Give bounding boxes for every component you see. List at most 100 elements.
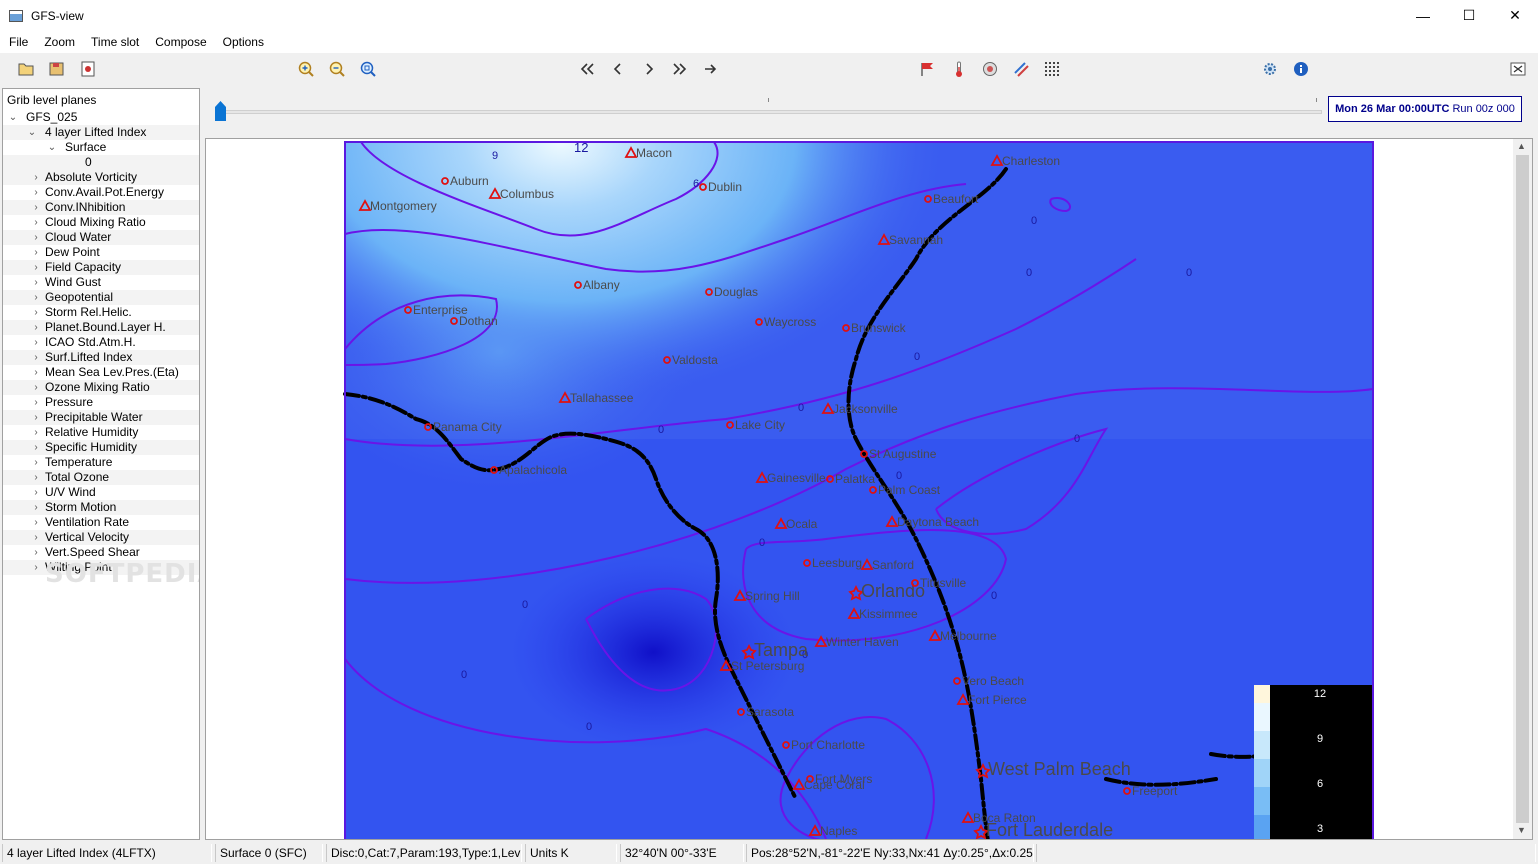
chevron-right-icon[interactable]: › (31, 290, 41, 305)
tree-root[interactable]: ⌄ GFS_025 (3, 110, 199, 125)
menu-file[interactable]: File (0, 31, 36, 53)
chevron-right-icon[interactable]: › (31, 410, 41, 425)
chevron-right-icon[interactable]: › (31, 545, 41, 560)
legend-label: 3 (1317, 823, 1323, 835)
chevron-right-icon[interactable]: › (31, 500, 41, 515)
tree-item-param[interactable]: › Planet.Bound.Layer H. (3, 320, 199, 335)
menu-options[interactable]: Options (215, 31, 272, 53)
chevron-down-icon[interactable]: ⌄ (47, 140, 57, 155)
close-panel-icon[interactable] (1508, 60, 1528, 78)
menu-time-slot[interactable]: Time slot (83, 31, 147, 53)
preferences-icon[interactable] (1260, 60, 1280, 78)
chevron-right-icon[interactable]: › (31, 485, 41, 500)
tree-item-param[interactable]: › Specific Humidity (3, 440, 199, 455)
tree-item-param[interactable]: › Field Capacity (3, 260, 199, 275)
chevron-down-icon[interactable]: ⌄ (8, 110, 18, 125)
chevron-right-icon[interactable]: › (31, 395, 41, 410)
city-label: Douglas (714, 285, 758, 299)
previous-icon[interactable] (608, 60, 628, 78)
maximize-button[interactable]: ☐ (1446, 0, 1492, 31)
tree-item-param[interactable]: › Vert.Speed Shear (3, 545, 199, 560)
chevron-right-icon[interactable]: › (31, 515, 41, 530)
chevron-right-icon[interactable]: › (31, 350, 41, 365)
tree-item-param[interactable]: › Wind Gust (3, 275, 199, 290)
info-icon[interactable] (1291, 60, 1311, 78)
save-icon[interactable] (47, 60, 67, 78)
tree-item-param[interactable]: › Conv.INhibition (3, 200, 199, 215)
close-button[interactable]: ✕ (1492, 0, 1538, 31)
tree-item-param[interactable]: › Absolute Vorticity (3, 170, 199, 185)
tree-item-param[interactable]: › U/V Wind (3, 485, 199, 500)
weather-map[interactable]: 12963 129600000000000000 MaconAuburnColu… (206, 139, 1512, 840)
open-file-icon[interactable] (16, 60, 36, 78)
tree-item-param[interactable]: › Surf.Lifted Index (3, 350, 199, 365)
grid-icon[interactable] (1042, 60, 1062, 78)
chevron-right-icon[interactable]: › (31, 170, 41, 185)
scroll-thumb[interactable] (1516, 155, 1529, 823)
scroll-up-icon[interactable]: ▲ (1517, 141, 1526, 151)
city-marker: Vero Beach (953, 674, 1024, 688)
menu-zoom[interactable]: Zoom (36, 31, 83, 53)
tree-item-param[interactable]: › Storm Motion (3, 500, 199, 515)
tree-item-param[interactable]: › Pressure (3, 395, 199, 410)
gust-icon[interactable] (1011, 60, 1031, 78)
chevron-down-icon[interactable]: ⌄ (27, 125, 37, 140)
vertical-scrollbar[interactable]: ▲ ▼ (1513, 139, 1532, 839)
zoom-fit-icon[interactable] (358, 60, 378, 78)
chevron-right-icon[interactable]: › (31, 230, 41, 245)
chevron-right-icon[interactable]: › (31, 245, 41, 260)
tree-item-param[interactable]: › Temperature (3, 455, 199, 470)
zoom-out-icon[interactable] (327, 60, 347, 78)
tree-item-param[interactable]: › Storm Rel.Helic. (3, 305, 199, 320)
chevron-right-icon[interactable]: › (31, 365, 41, 380)
tree-item-param[interactable]: › Ozone Mixing Ratio (3, 380, 199, 395)
tree-item-param[interactable]: › Conv.Avail.Pot.Energy (3, 185, 199, 200)
tree-item-param[interactable]: › Precipitable Water (3, 410, 199, 425)
tree-item-param[interactable]: › ICAO Std.Atm.H. (3, 335, 199, 350)
slider-track[interactable] (216, 110, 1322, 114)
chevron-right-icon[interactable]: › (31, 440, 41, 455)
map-view[interactable]: 12 9 6 3 12 9 6 0 0 0 0 0 0 0 0 0 0 0 0 0 0 Macon Auburn Colu… (205, 138, 1533, 840)
menu-compose[interactable]: Compose (147, 31, 214, 53)
pressure-icon[interactable] (980, 60, 1000, 78)
tree-item-param[interactable]: › Ventilation Rate (3, 515, 199, 530)
chevron-right-icon[interactable]: › (31, 275, 41, 290)
slider-thumb[interactable] (215, 101, 226, 121)
minimize-button[interactable]: — (1400, 0, 1446, 31)
tree-item-param[interactable]: › Mean Sea Lev.Pres.(Eta) (3, 365, 199, 380)
chevron-right-icon[interactable]: › (31, 470, 41, 485)
tree-item-level[interactable]: ⌄ Surface (3, 140, 199, 155)
chevron-right-icon[interactable]: › (31, 455, 41, 470)
thermometer-icon[interactable] (949, 60, 969, 78)
first-icon[interactable] (577, 60, 597, 78)
chevron-right-icon[interactable]: › (31, 530, 41, 545)
chevron-right-icon[interactable]: › (31, 200, 41, 215)
time-slider[interactable] (212, 92, 1322, 126)
last-icon[interactable] (670, 60, 690, 78)
tree-item-param[interactable]: › Relative Humidity (3, 425, 199, 440)
tree-item-param[interactable]: › Vertical Velocity (3, 530, 199, 545)
chevron-right-icon[interactable]: › (31, 380, 41, 395)
contour-label: 12 (574, 140, 588, 155)
animate-icon[interactable] (701, 60, 721, 78)
chevron-right-icon[interactable]: › (31, 425, 41, 440)
tree-item-param[interactable]: › Cloud Mixing Ratio (3, 215, 199, 230)
zoom-in-icon[interactable] (296, 60, 316, 78)
wind-flag-icon[interactable] (918, 60, 938, 78)
tree-item-param[interactable]: › Geopotential (3, 290, 199, 305)
tree-item-level-value[interactable]: 0 (3, 155, 199, 170)
chevron-right-icon[interactable]: › (31, 185, 41, 200)
tree-item-param[interactable]: › Total Ozone (3, 470, 199, 485)
tree-item-selected-param[interactable]: ⌄ 4 layer Lifted Index (3, 125, 199, 140)
chevron-right-icon[interactable]: › (31, 560, 41, 575)
settings-file-icon[interactable] (78, 60, 98, 78)
tree-item-param[interactable]: › Cloud Water (3, 230, 199, 245)
chevron-right-icon[interactable]: › (31, 215, 41, 230)
scroll-down-icon[interactable]: ▼ (1517, 825, 1526, 835)
chevron-right-icon[interactable]: › (31, 320, 41, 335)
chevron-right-icon[interactable]: › (31, 260, 41, 275)
chevron-right-icon[interactable]: › (31, 335, 41, 350)
next-icon[interactable] (639, 60, 659, 78)
tree-item-param[interactable]: › Dew Point (3, 245, 199, 260)
chevron-right-icon[interactable]: › (31, 305, 41, 320)
